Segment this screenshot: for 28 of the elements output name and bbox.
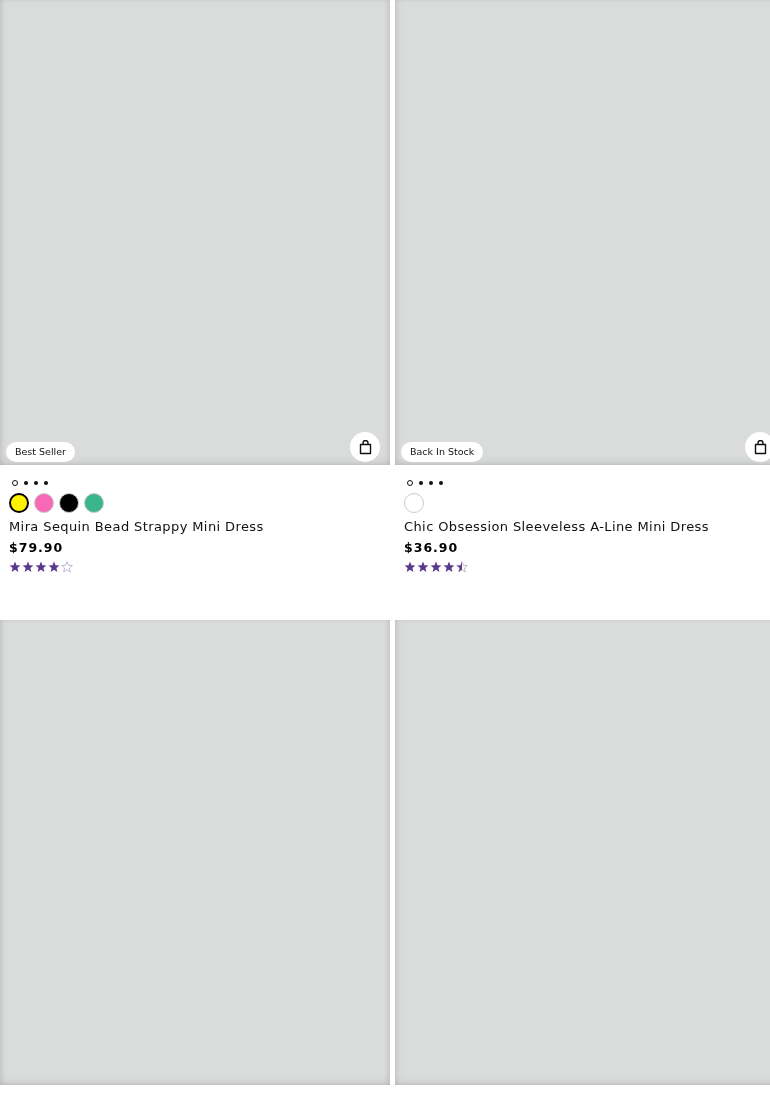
carousel-dot[interactable] [429,480,433,485]
star-icon [404,561,416,573]
star-icon [430,561,442,573]
carousel-dot[interactable] [34,480,38,485]
carousel-dot[interactable] [407,479,413,486]
shopping-bag-icon [358,439,372,455]
carousel-dot[interactable] [44,480,48,485]
half-star-icon [456,561,468,573]
star-icon [48,561,60,573]
star-icon [9,561,21,573]
product-name[interactable]: Chic Obsession Sleeveless A-Line Mini Dress [404,519,770,534]
carousel-dot[interactable] [419,480,423,485]
product-price: $36.90 [404,540,460,555]
product-badge: Back In Stock [401,442,484,462]
add-to-bag-button[interactable] [350,432,380,462]
carousel-dot[interactable] [12,479,18,486]
product-price: $79.90 [9,540,65,555]
product-name[interactable]: Mira Sequin Bead Strappy Mini Dress [9,519,381,534]
star-icon [35,561,47,573]
star-icon [22,561,34,573]
color-swatch[interactable] [9,493,29,513]
carousel-dot[interactable] [24,480,28,485]
carousel-dot[interactable] [439,480,443,485]
add-to-bag-button[interactable] [745,432,770,462]
product-badge: Best Seller [6,442,75,462]
shopping-bag-icon [753,439,767,455]
star-icon [443,561,455,573]
star-icon [417,561,429,573]
